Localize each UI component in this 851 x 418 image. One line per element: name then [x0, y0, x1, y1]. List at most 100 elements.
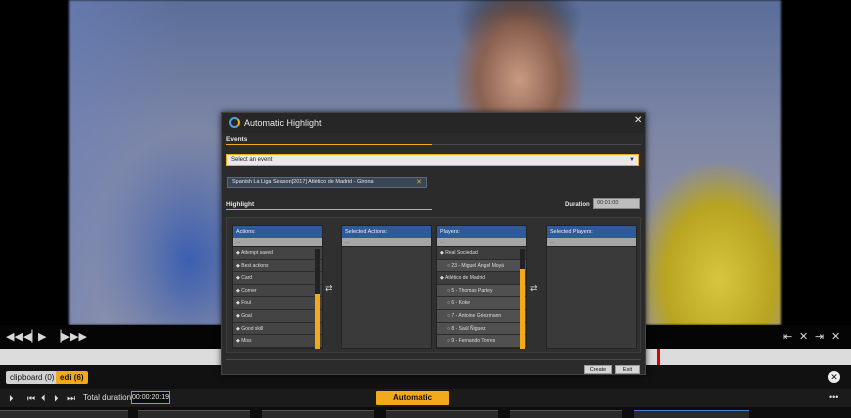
action-list-item[interactable]: ◆ Foul	[233, 297, 322, 310]
actions-filter-input[interactable]: ...	[233, 238, 322, 247]
bullet-icon: ◆	[236, 312, 240, 319]
selected-players-panel: Selected Players: ...	[546, 225, 637, 349]
next-icon[interactable]: ⏵	[54, 392, 59, 404]
rewind-icon[interactable]: ◀◀	[6, 330, 23, 344]
selected-actions-panel: Selected Actions: ...	[341, 225, 432, 349]
player-label: 9 - Fernando Torres	[451, 338, 496, 345]
action-list-item[interactable]: ◆ Attempt saved	[233, 247, 322, 260]
players-list: ◆ Real Sociedad ○ 23 - Miguel Ángel Moyá ◆…	[437, 247, 526, 348]
more-options-icon[interactable]: •••	[829, 392, 838, 402]
clip-thumbnail[interactable]	[262, 410, 374, 418]
tab-clipboard[interactable]: clipboard (0)	[6, 371, 59, 384]
playhead-marker[interactable]	[657, 349, 660, 365]
mark-in-icon[interactable]: ⇤	[783, 330, 792, 344]
actions-panel-header: Actions:	[233, 226, 322, 238]
play-circle-icon[interactable]: ⏵	[9, 392, 14, 404]
automatic-highlight-button[interactable]: Automatic Highlight	[376, 391, 449, 416]
selected-actions-filter-input[interactable]: ...	[342, 238, 431, 247]
clip-thumbnail[interactable]	[634, 410, 749, 418]
player-list-item[interactable]: ○ 23 - Miguel Ángel Moyá	[437, 259, 526, 273]
player-label: 5 - Thomas Partey	[451, 287, 493, 294]
total-duration-value: 00:00:20:19	[131, 391, 170, 404]
swap-actions-icon[interactable]: ⇄	[325, 283, 333, 293]
actions-scrollbar[interactable]	[315, 249, 320, 349]
remove-event-icon[interactable]: ✕	[416, 178, 422, 187]
action-label: Goal	[241, 312, 252, 319]
bullet-icon: ◆	[236, 300, 240, 307]
action-list-item[interactable]: ◆ Best actions	[233, 259, 322, 273]
selected-event-label: Spanish La Liga Season[2017] Atlético de…	[232, 179, 374, 185]
player-list-item[interactable]: ○ 6 - Koke	[437, 297, 526, 310]
event-select-placeholder: Select an event	[231, 157, 273, 163]
team-list-item[interactable]: ◆ Atlético de Madrid	[437, 272, 526, 285]
action-list-item[interactable]: ◆ Corner	[233, 284, 322, 298]
player-list-item[interactable]: ○ 7 - Antoine Griezmann	[437, 309, 526, 323]
action-list-item[interactable]: ◆ Good skill	[233, 322, 322, 336]
skip-start-icon[interactable]: ⏮	[27, 392, 35, 404]
action-list-item[interactable]: ◆ Card	[233, 272, 322, 285]
events-heading: Events	[226, 136, 248, 143]
fast-forward-icon[interactable]: ▶▶	[70, 330, 87, 344]
player-bullet-icon: ○	[447, 312, 451, 319]
mark-out-icon[interactable]: ⇥	[815, 330, 824, 344]
actions-panel: Actions: ... ◆ Attempt saved ◆ Best actio…	[232, 225, 323, 349]
players-panel-header: Players:	[437, 226, 526, 238]
action-list-item[interactable]: ◆ Goal	[233, 309, 322, 323]
bullet-icon: ◆	[236, 250, 240, 256]
clip-thumbnail[interactable]	[386, 410, 498, 418]
bullet-icon: ◆	[236, 287, 240, 294]
duration-label: Duration	[565, 202, 590, 208]
step-forward-icon[interactable]: ▕▶	[53, 330, 70, 344]
exit-button[interactable]: Exit	[615, 365, 640, 374]
action-list-item[interactable]: ◆ Miss	[233, 335, 322, 348]
dialog-title-bar[interactable]: Automatic Highlight ✕	[222, 113, 645, 133]
play-icon[interactable]: ▶	[38, 330, 46, 344]
action-label: Best actions	[241, 262, 269, 269]
bullet-icon: ◆	[236, 325, 240, 332]
swap-players-icon[interactable]: ⇄	[530, 283, 538, 293]
actions-scroll-thumb[interactable]	[315, 294, 320, 349]
close-circle-icon[interactable]: ✕	[828, 371, 840, 383]
player-list-item[interactable]: ○ 5 - Thomas Partey	[437, 284, 526, 298]
action-label: Corner	[241, 287, 257, 294]
bullet-icon: ◆	[236, 338, 240, 345]
previous-icon[interactable]: ⏴	[41, 392, 46, 404]
create-button[interactable]: Create	[584, 365, 612, 374]
actions-list: ◆ Attempt saved ◆ Best actions ◆ Card ◆ Cor…	[233, 247, 322, 348]
chevron-down-icon: ▼	[629, 157, 635, 163]
bottom-toolbar: ⏵ ⏮ ⏴ ⏵ ⏭ Total duration: 00:00:20:19 Au…	[0, 389, 851, 416]
skip-end-icon[interactable]: ⏭	[67, 392, 75, 404]
footer-divider	[226, 359, 641, 360]
total-duration-label: Total duration:	[83, 393, 134, 402]
team-label: Real Sociedad	[445, 250, 478, 256]
cut-icon[interactable]: ✕	[799, 330, 808, 344]
close-icon[interactable]: ✕	[831, 330, 840, 344]
bullet-icon: ◆	[440, 250, 444, 256]
team-list-item[interactable]: ◆ Real Sociedad	[437, 247, 526, 260]
bullet-icon: ◆	[236, 262, 240, 269]
action-label: Foul	[241, 300, 251, 307]
app-logo-icon	[229, 117, 240, 128]
players-panel: Players: ... ◆ Real Sociedad ○ 23 - Migue…	[436, 225, 527, 349]
events-divider	[432, 144, 641, 145]
selected-players-filter-input[interactable]: ...	[547, 238, 636, 247]
clip-thumbnail[interactable]	[510, 410, 622, 418]
player-list-item[interactable]: ○ 9 - Fernando Torres	[437, 335, 526, 348]
players-scrollbar[interactable]	[520, 249, 525, 349]
selected-actions-header: Selected Actions:	[342, 226, 431, 238]
duration-input[interactable]: 00:01:00	[593, 198, 640, 209]
player-bullet-icon: ○	[447, 287, 451, 294]
dialog-close-icon[interactable]: ✕	[634, 115, 642, 126]
player-bullet-icon: ○	[447, 325, 451, 332]
event-select[interactable]: Select an event ▼	[226, 154, 639, 166]
clip-thumbnail[interactable]	[0, 410, 128, 418]
players-filter-input[interactable]: ...	[437, 238, 526, 247]
highlight-underline	[226, 209, 432, 210]
player-list-item[interactable]: ○ 8 - Saúl Ñiguez	[437, 322, 526, 336]
player-label: 7 - Antoine Griezmann	[451, 312, 502, 319]
players-scroll-thumb[interactable]	[520, 269, 525, 349]
selected-players-header: Selected Players:	[547, 226, 636, 238]
action-label: Card	[241, 275, 253, 282]
clip-thumbnail[interactable]	[138, 410, 250, 418]
tab-edi[interactable]: edi (6)	[56, 371, 88, 384]
